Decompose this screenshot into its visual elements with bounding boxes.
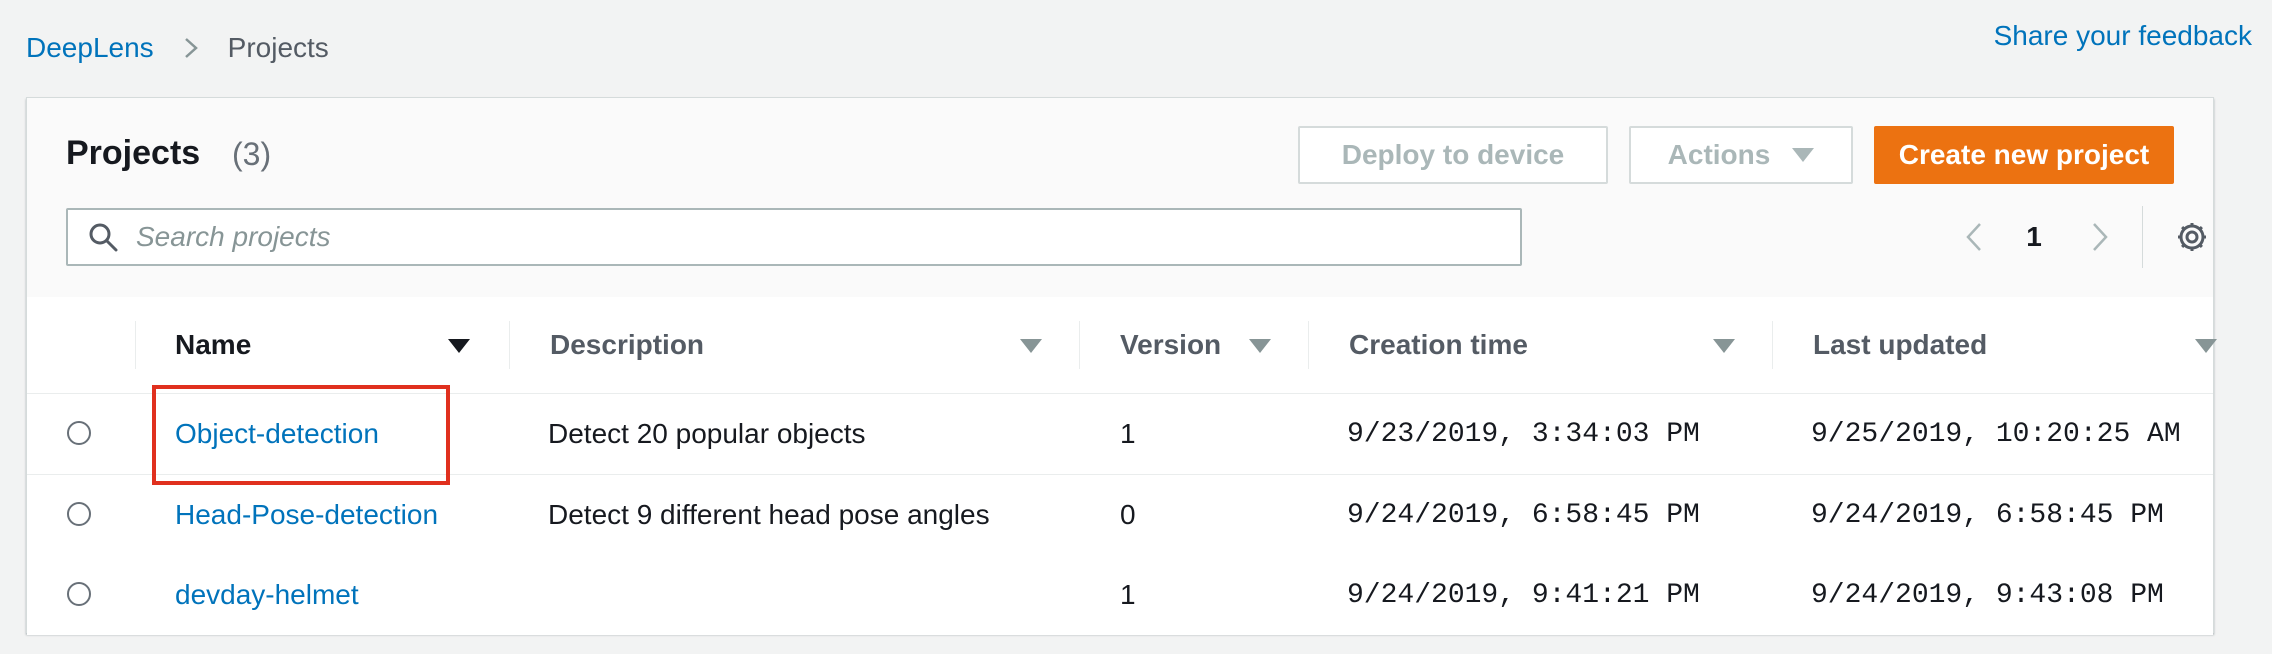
search-input[interactable] (134, 220, 1438, 254)
project-name-link[interactable]: devday-helmet (175, 555, 359, 635)
highlight-annotation-box (152, 385, 450, 485)
column-header-creation-time[interactable]: Creation time (1349, 297, 1528, 393)
column-separator (1308, 321, 1309, 369)
gear-icon[interactable] (2175, 220, 2209, 254)
column-separator (1772, 321, 1773, 369)
breadcrumb: DeepLens Projects (26, 28, 329, 68)
column-header-name-label: Name (175, 329, 252, 360)
column-header-name[interactable]: Name (175, 297, 251, 393)
column-separator (509, 321, 510, 369)
column-header-version-label: Version (1120, 329, 1222, 360)
page-number[interactable]: 1 (2019, 210, 2049, 264)
actions-button-label: Actions (1667, 139, 1771, 170)
project-creation-time: 9/24/2019, 9:41:21 PM (1347, 579, 1700, 611)
page-title: Projects (66, 134, 201, 172)
project-version: 0 (1120, 499, 1136, 530)
project-count: (3) (232, 136, 272, 172)
column-header-last-updated[interactable]: Last updated (1813, 297, 1987, 393)
table-row[interactable]: devday-helmet 1 9/24/2019, 9:41:21 PM 9/… (27, 555, 2213, 635)
column-header-version[interactable]: Version (1120, 297, 1221, 393)
chevron-right-icon (2093, 223, 2108, 251)
create-button-label: Create new project (1898, 139, 2150, 170)
row-select-radio[interactable] (67, 582, 91, 606)
column-header-last-updated-label: Last updated (1813, 329, 1988, 360)
chevron-right-icon (184, 38, 198, 58)
breadcrumb-deeplens-link[interactable]: DeepLens (26, 32, 154, 64)
chevron-left-icon (1966, 223, 1981, 251)
column-separator (1079, 321, 1080, 369)
column-separator (135, 321, 136, 369)
table-header: Name Description Version Creation time L… (27, 297, 2217, 394)
project-version: 1 (1120, 418, 1136, 449)
actions-dropdown-button[interactable]: Actions (1629, 126, 1853, 184)
project-last-updated: 9/24/2019, 9:43:08 PM (1811, 579, 2164, 611)
projects-panel: Projects (3) Deploy to device Actions Cr… (26, 97, 2217, 635)
create-new-project-button[interactable]: Create new project (1874, 126, 2174, 184)
panel-header: Projects (3) Deploy to device Actions Cr… (27, 98, 2213, 298)
column-header-creation-time-label: Creation time (1349, 329, 1528, 360)
table-row[interactable]: Head-Pose-detection Detect 9 different h… (27, 475, 2213, 556)
project-description: Detect 20 popular objects (548, 418, 866, 449)
caret-down-icon[interactable] (1020, 339, 1042, 353)
search-icon (89, 223, 118, 252)
project-name-link[interactable]: Head-Pose-detection (175, 475, 438, 555)
pager-prev-button[interactable] (1959, 210, 1989, 264)
caret-down-icon (1792, 148, 1815, 162)
caret-down-icon[interactable] (448, 339, 470, 353)
search-box (66, 208, 1522, 266)
row-select-radio[interactable] (67, 421, 91, 445)
row-select-radio[interactable] (67, 502, 91, 526)
column-header-description[interactable]: Description (550, 297, 704, 393)
column-header-description-label: Description (550, 329, 705, 360)
pager-next-button[interactable] (2085, 210, 2115, 264)
pager-divider (2142, 206, 2143, 268)
project-creation-time: 9/24/2019, 6:58:45 PM (1347, 499, 1700, 531)
project-last-updated: 9/24/2019, 6:58:45 PM (1811, 499, 2164, 531)
project-description: Detect 9 different head pose angles (548, 499, 990, 530)
caret-down-icon[interactable] (1713, 339, 1735, 353)
project-last-updated: 9/25/2019, 10:20:25 AM (1811, 418, 2181, 450)
deploy-to-device-button[interactable]: Deploy to device (1298, 126, 1608, 184)
breadcrumb-current: Projects (227, 32, 329, 63)
project-creation-time: 9/23/2019, 3:34:03 PM (1347, 418, 1700, 450)
deploy-button-label: Deploy to device (1341, 139, 1565, 170)
share-feedback-link[interactable]: Share your feedback (1994, 20, 2252, 52)
caret-down-icon[interactable] (2195, 339, 2217, 353)
caret-down-icon[interactable] (1249, 339, 1271, 353)
project-version: 1 (1120, 579, 1136, 610)
